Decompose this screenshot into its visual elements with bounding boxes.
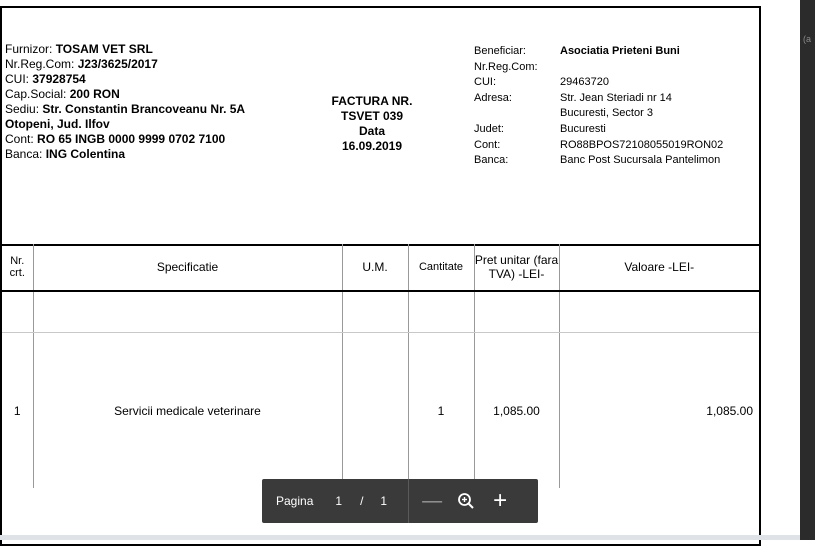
- zoom-in-button[interactable]: +: [485, 487, 515, 515]
- total-pages: 1: [380, 494, 388, 508]
- supplier-account-label: Cont:: [5, 132, 34, 146]
- zoom-out-button[interactable]: —: [417, 490, 447, 513]
- client-cui: 29463720: [560, 76, 609, 89]
- viewer-margin: [761, 0, 800, 540]
- supplier-block: Furnizor: TOSAM VET SRL Nr.Reg.Com: J23/…: [5, 42, 245, 162]
- table-spacer-row: [2, 291, 759, 333]
- client-address-line2: Bucuresti, Sector 3: [560, 107, 653, 120]
- supplier-city: Otopeni, Jud. Ilfov: [5, 117, 110, 131]
- client-account: RO88BPOS72108055019RON02: [560, 138, 724, 151]
- client-name: Asociatia Prieteni Buni: [560, 45, 680, 57]
- page-separator: /: [360, 494, 364, 508]
- row-spec: Servicii medicale veterinare: [33, 332, 343, 488]
- supplier-account: RO 65 INGB 0000 9999 0702 7100: [37, 132, 226, 146]
- table-row: 1 Servicii medicale veterinare 1 1,085.0…: [2, 332, 759, 488]
- client-reg-label: Nr.Reg.Com:: [474, 60, 538, 73]
- client-block: Beneficiar: Asociatia Prieteni Buni Nr.Re…: [474, 44, 723, 169]
- client-label: Beneficiar:: [474, 45, 526, 57]
- client-account-label: Cont:: [474, 138, 501, 151]
- current-page-input[interactable]: 1: [335, 494, 342, 508]
- header-nr: Nr. crt.: [2, 244, 34, 292]
- toolbar-divider: [408, 479, 410, 523]
- minus-icon: —: [422, 489, 443, 512]
- page-label: Pagina: [276, 494, 314, 508]
- client-bank: Banc Post Sucursala Pantelimon: [560, 154, 721, 167]
- supplier-address: Str. Constantin Brancoveanu Nr. 5A: [42, 102, 246, 116]
- supplier-reg: J23/3625/2017: [77, 57, 158, 71]
- client-bank-label: Banca:: [474, 154, 509, 167]
- invoice-info: FACTURA NR. TSVET 039 Data 16.09.2019: [302, 94, 442, 154]
- table-header-row: Nr. crt. Specificatie U.M. Cantitate Pre…: [2, 244, 759, 292]
- header-pret: Pret unitar (fara TVA) -LEI-: [474, 244, 560, 292]
- row-valoare: 1,085.00: [706, 403, 753, 418]
- supplier-bank: ING Colentina: [45, 147, 126, 161]
- side-panel-strip: [800, 0, 815, 540]
- client-address-label: Adresa:: [474, 91, 512, 104]
- zoom-fit-icon: [458, 493, 474, 509]
- row-um: [342, 332, 409, 488]
- page-toolbar: Pagina 1 / 1 — +: [262, 479, 538, 523]
- zoom-fit-button[interactable]: [451, 492, 481, 510]
- supplier-cui-label: CUI:: [5, 72, 29, 86]
- items-table: Nr. crt. Specificatie U.M. Cantitate Pre…: [2, 244, 759, 488]
- client-county: Bucuresti: [560, 122, 606, 135]
- invoice-page: Furnizor: TOSAM VET SRL Nr.Reg.Com: J23/…: [0, 6, 761, 546]
- supplier-capital-label: Cap.Social:: [5, 87, 67, 101]
- invoice-number: TSVET 039: [340, 109, 404, 123]
- client-county-label: Judet:: [474, 122, 504, 135]
- row-cant: 1: [408, 332, 475, 488]
- supplier-address-label: Sediu:: [5, 102, 40, 116]
- client-address-line1: Str. Jean Steriadi nr 14: [560, 91, 672, 104]
- invoice-title: FACTURA NR.: [331, 94, 413, 108]
- invoice-header: Furnizor: TOSAM VET SRL Nr.Reg.Com: J23/…: [2, 8, 759, 246]
- supplier-bank-label: Banca:: [5, 147, 43, 161]
- invoice-date-label: Data: [358, 124, 385, 138]
- invoice-date: 16.09.2019: [341, 139, 403, 153]
- header-spec: Specificatie: [33, 244, 343, 292]
- client-cui-label: CUI:: [474, 76, 496, 89]
- header-valoare: Valoare -LEI-: [559, 244, 759, 292]
- bottom-edge: [0, 535, 800, 540]
- plus-icon: +: [493, 487, 508, 514]
- side-panel-fragment: (a: [803, 34, 812, 44]
- supplier-cui: 37928754: [32, 72, 86, 86]
- supplier-capital: 200 RON: [69, 87, 120, 101]
- row-pret: 1,085.00: [474, 332, 560, 488]
- supplier-reg-label: Nr.Reg.Com:: [5, 57, 75, 71]
- supplier-label: Furnizor:: [5, 42, 53, 56]
- supplier-name: TOSAM VET SRL: [55, 42, 153, 56]
- header-um: U.M.: [342, 244, 409, 292]
- row-nr: 1: [2, 332, 34, 488]
- header-cant: Cantitate: [408, 244, 475, 292]
